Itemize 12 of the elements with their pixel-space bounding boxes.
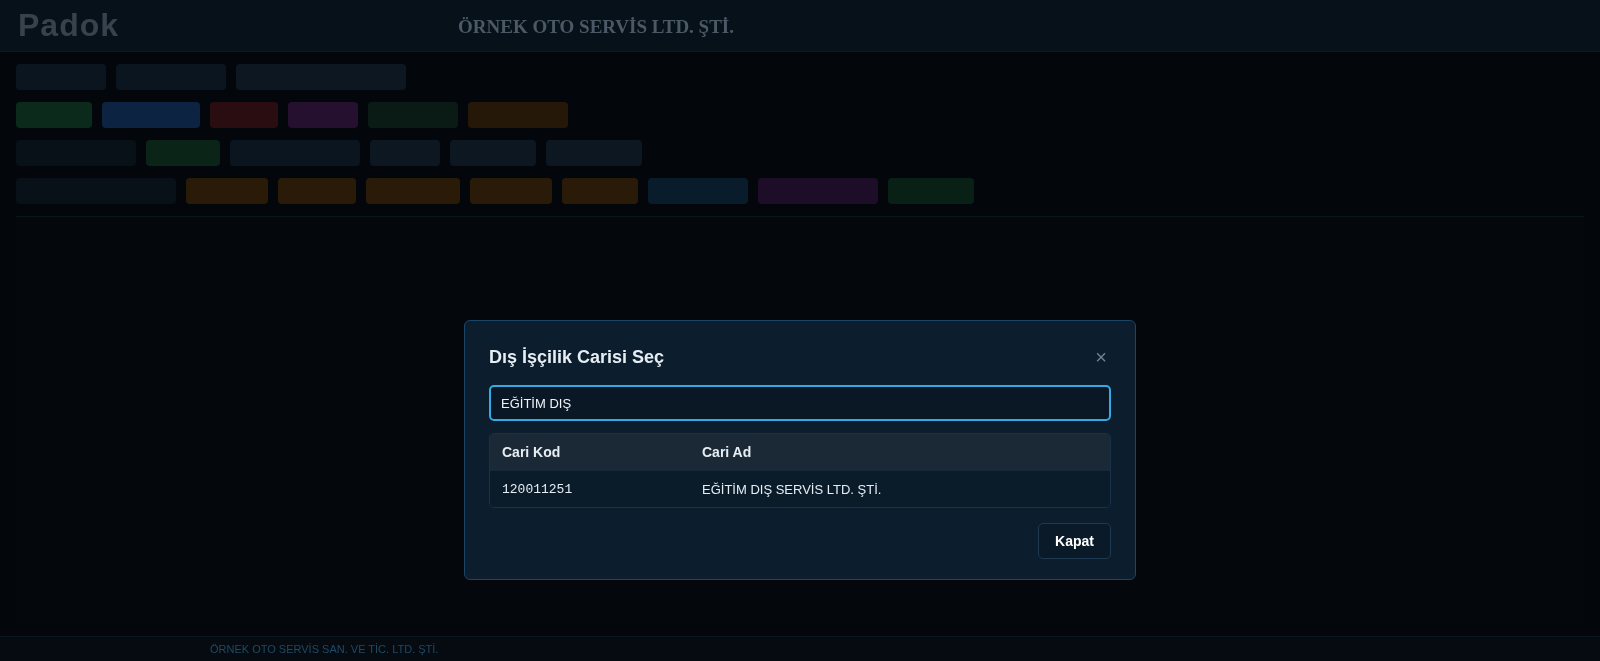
- table-cell-text: 120011251: [501, 481, 574, 497]
- close-dialog-button[interactable]: Kapat: [1038, 523, 1111, 559]
- status-company: ÖRNEK OTO SERVİS SAN. VE TİC. LTD. ŞTİ.: [210, 643, 439, 655]
- table-cell-text: EĞİTİM DIŞ SERVİS LTD. ŞTİ.: [701, 481, 883, 497]
- close-button[interactable]: ×: [1091, 347, 1111, 367]
- dialog-title: Dış İşçilik Carisi Seç: [489, 346, 665, 368]
- blurred-control: [288, 102, 358, 128]
- search-field[interactable]: EĞİTİM DIŞ: [489, 385, 1111, 421]
- blurred-control: [210, 102, 278, 128]
- company-title: ÖRNEK OTO SERVİS LTD. ŞTİ.: [458, 16, 734, 38]
- column-header: Cari Kod: [501, 444, 562, 460]
- column-header: Cari Ad: [701, 444, 753, 460]
